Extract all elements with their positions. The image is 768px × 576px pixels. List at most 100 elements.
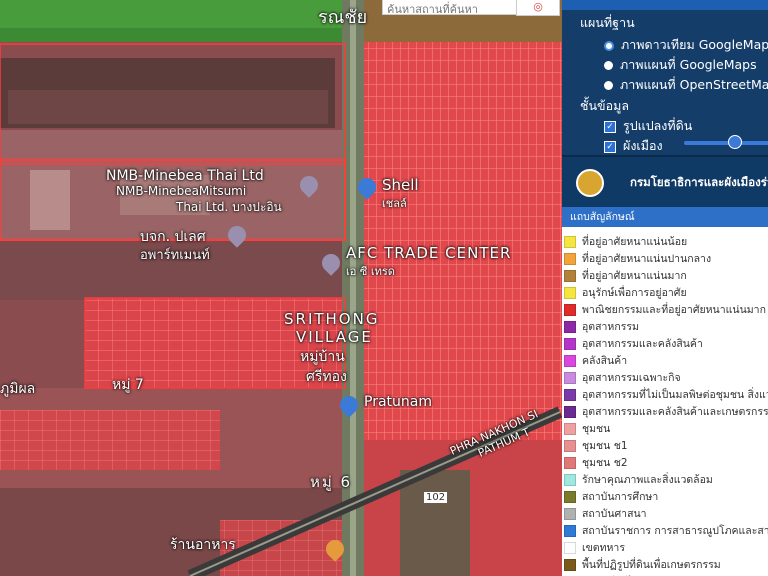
- legend-item: พื้นที่ปฏิรูปที่ดินเพื่อเกษตรกรรม: [564, 556, 721, 573]
- basemap-option-osm[interactable]: ภาพแผนที่ OpenStreetMap: [604, 75, 768, 95]
- radio-selected-icon: [604, 40, 614, 51]
- legend-swatch: [564, 321, 576, 333]
- route-shield: 102: [424, 492, 448, 503]
- map-label-factory-sub2: Thai Ltd. บางปะอิน: [176, 200, 282, 214]
- legend-item: ชุมชน ช1: [564, 437, 628, 454]
- search-button[interactable]: ◎: [516, 0, 560, 16]
- legend-label: อุตสาหกรรมและคลังสินค้า: [582, 338, 703, 350]
- basemap-option-satellite[interactable]: ภาพดาวเทียม GoogleMaps: [604, 35, 768, 55]
- legend-swatch: [564, 423, 576, 435]
- legend-label: อุตสาหกรรมที่ไม่เป็นมลพิษต่อชุมชน สิ่งแว…: [582, 389, 768, 401]
- legend-label: ชุมชน ช1: [582, 440, 628, 452]
- legend-label: ที่อยู่อาศัยหนาแน่นปานกลาง: [582, 253, 712, 265]
- map-label-moo6: หมู่ 6: [310, 473, 353, 491]
- legend-swatch: [564, 355, 576, 367]
- legend-swatch: [564, 389, 576, 401]
- map-label-village2: VILLAGE: [296, 328, 373, 346]
- legend-label: เขตทหาร: [582, 542, 625, 554]
- legend-label: สถาบันราชการ การสาธารณูปโภคและสาธารณูปกา…: [582, 525, 768, 537]
- legend-swatch: [564, 525, 576, 537]
- legend-item: อนุรักษ์เพื่อการอยู่อาศัย: [564, 284, 687, 301]
- legend-label: อุตสาหกรรม: [582, 321, 639, 333]
- basemap-option-googlemap[interactable]: ภาพแผนที่ GoogleMaps: [604, 55, 757, 75]
- legend-swatch: [564, 406, 576, 418]
- map-label-factory-sub1: NMB-MinebeaMitsumi: [116, 184, 247, 198]
- map-label-company2: อพาร์ทเมนท์: [140, 248, 210, 263]
- map-label-shell: Shell: [382, 176, 419, 194]
- legend-label: ที่อยู่อาศัยหนาแน่นน้อย: [582, 236, 688, 248]
- legend-swatch: [564, 440, 576, 452]
- map-label-afc: AFC TRADE CENTER: [346, 244, 512, 262]
- legend-swatch: [564, 338, 576, 350]
- legend-swatch: [564, 270, 576, 282]
- map-control-panel: แผนที่ฐาน ภาพดาวเทียม GoogleMaps ภาพแผนท…: [562, 0, 768, 155]
- basemap-heading: แผนที่ฐาน: [580, 15, 635, 30]
- legend-label: สถาบันศาสนา: [582, 508, 647, 520]
- legend-item: สถาบันราชการ การสาธารณูปโภคและสาธารณูปกา…: [564, 522, 768, 539]
- opacity-slider[interactable]: [684, 141, 768, 145]
- map-label-moo: หมู่ 7: [112, 377, 144, 393]
- map-imagery: [0, 0, 562, 576]
- map-label-top: รณชัย: [318, 7, 368, 28]
- legend-swatch: [564, 372, 576, 384]
- map-label-pratunam: Pratunam: [364, 394, 432, 410]
- map-label-shell-sub: เชลล์: [382, 197, 407, 210]
- legend-panel: แถบสัญลักษณ์ ที่อยู่อาศัยหนาแน่นน้อยที่อ…: [562, 207, 768, 576]
- legend-label: อุตสาหกรรมและคลังสินค้าและเกษตรกรรม: [582, 406, 768, 418]
- legend-label: คลังสินค้า: [582, 355, 628, 367]
- checkbox-checked-icon: ✓: [604, 120, 616, 133]
- legend-label: สถาบันการศึกษา: [582, 491, 659, 503]
- basemap-option-label: ภาพดาวเทียม GoogleMaps: [621, 37, 768, 52]
- legend-item: อุตสาหกรรมและคลังสินค้าและเกษตรกรรม: [564, 403, 768, 420]
- legend-label: ที่อยู่อาศัยหนาแน่นมาก: [582, 270, 687, 282]
- map-label-left-place: ภูมิผล: [0, 381, 36, 397]
- layer-toggle-cityplan[interactable]: ✓ ผังเมือง: [604, 136, 663, 155]
- layer-label: รูปแปลงที่ดิน: [623, 118, 693, 133]
- legend-label: ชุมชน ช2: [582, 457, 628, 469]
- department-title: กรมโยธาธิการและผังเมืองร่วม: [630, 175, 768, 189]
- department-logo-icon: [576, 169, 604, 197]
- legend-swatch: [564, 457, 576, 469]
- map-label-bottom-store: ร้านอาหาร: [170, 537, 236, 553]
- layer-label: ผังเมือง: [623, 138, 663, 153]
- legend-swatch: [564, 253, 576, 265]
- legend-label: พาณิชยกรรมและที่อยู่อาศัยหนาแน่นมาก: [582, 304, 766, 316]
- search-input[interactable]: ค้นหาสถานที่ค้นหา: [382, 0, 526, 15]
- legend-label: ชุมชน: [582, 423, 611, 435]
- basemap-option-label: ภาพแผนที่ GoogleMaps: [620, 57, 757, 72]
- legend-item: ชุมชน ช2: [564, 454, 628, 471]
- legend-item: อุตสาหกรรมที่ไม่เป็นมลพิษต่อชุมชน สิ่งแว…: [564, 386, 768, 403]
- basemap-option-label: ภาพแผนที่ OpenStreetMap: [620, 77, 768, 92]
- search-icon: ◎: [533, 0, 543, 13]
- legend-item: อุตสาหกรรมและคลังสินค้า: [564, 335, 703, 352]
- legend-label: อุตสาหกรรมเฉพาะกิจ: [582, 372, 681, 384]
- legend-swatch: [564, 474, 576, 486]
- layer-toggle-parcels[interactable]: ✓ รูปแปลงที่ดิน: [604, 116, 692, 136]
- legend-header: แถบสัญลักษณ์: [562, 207, 768, 227]
- layers-heading: ชั้นข้อมูล: [580, 98, 629, 113]
- map-label-village1: SRITHONG: [284, 310, 380, 328]
- legend-item: ที่อยู่อาศัยหนาแน่นน้อย: [564, 233, 687, 250]
- opacity-slider-handle[interactable]: [728, 135, 742, 149]
- department-banner: กรมโยธาธิการและผังเมืองร่วม: [562, 155, 768, 209]
- legend-item: สถาบันการศึกษา: [564, 488, 658, 505]
- legend-item: สถาบันศาสนา: [564, 505, 647, 522]
- map-label-factory: NMB-Minebea Thai Ltd: [106, 168, 264, 184]
- legend-item: ชุมชน: [564, 420, 610, 437]
- legend-swatch: [564, 287, 576, 299]
- map-label-village3: หมู่บ้าน: [300, 349, 345, 365]
- legend-item: รักษาคุณภาพและสิ่งแวดล้อม: [564, 471, 713, 488]
- legend-label: พื้นที่ปฏิรูปที่ดินเพื่อเกษตรกรรม: [582, 559, 721, 571]
- checkbox-checked-icon: ✓: [604, 140, 616, 153]
- map-canvas[interactable]: ค้นหาสถานที่ค้นหา ◎ รณชัย NMB-Minebea Th…: [0, 0, 562, 576]
- legend-swatch: [564, 508, 576, 520]
- legend-item: ที่อยู่อาศัยหนาแน่นมาก: [564, 267, 687, 284]
- legend-item: คลังสินค้า: [564, 352, 627, 369]
- map-label-afc-sub: เอ ซี เทรด: [346, 265, 395, 278]
- legend-item: ที่อยู่อาศัยหนาแน่นปานกลาง: [564, 250, 711, 267]
- legend-label: รักษาคุณภาพและสิ่งแวดล้อม: [582, 474, 713, 486]
- legend-swatch: [564, 304, 576, 316]
- legend-item: อุตสาหกรรมเฉพาะกิจ: [564, 369, 681, 386]
- legend-swatch: [564, 559, 576, 571]
- legend-swatch: [564, 491, 576, 503]
